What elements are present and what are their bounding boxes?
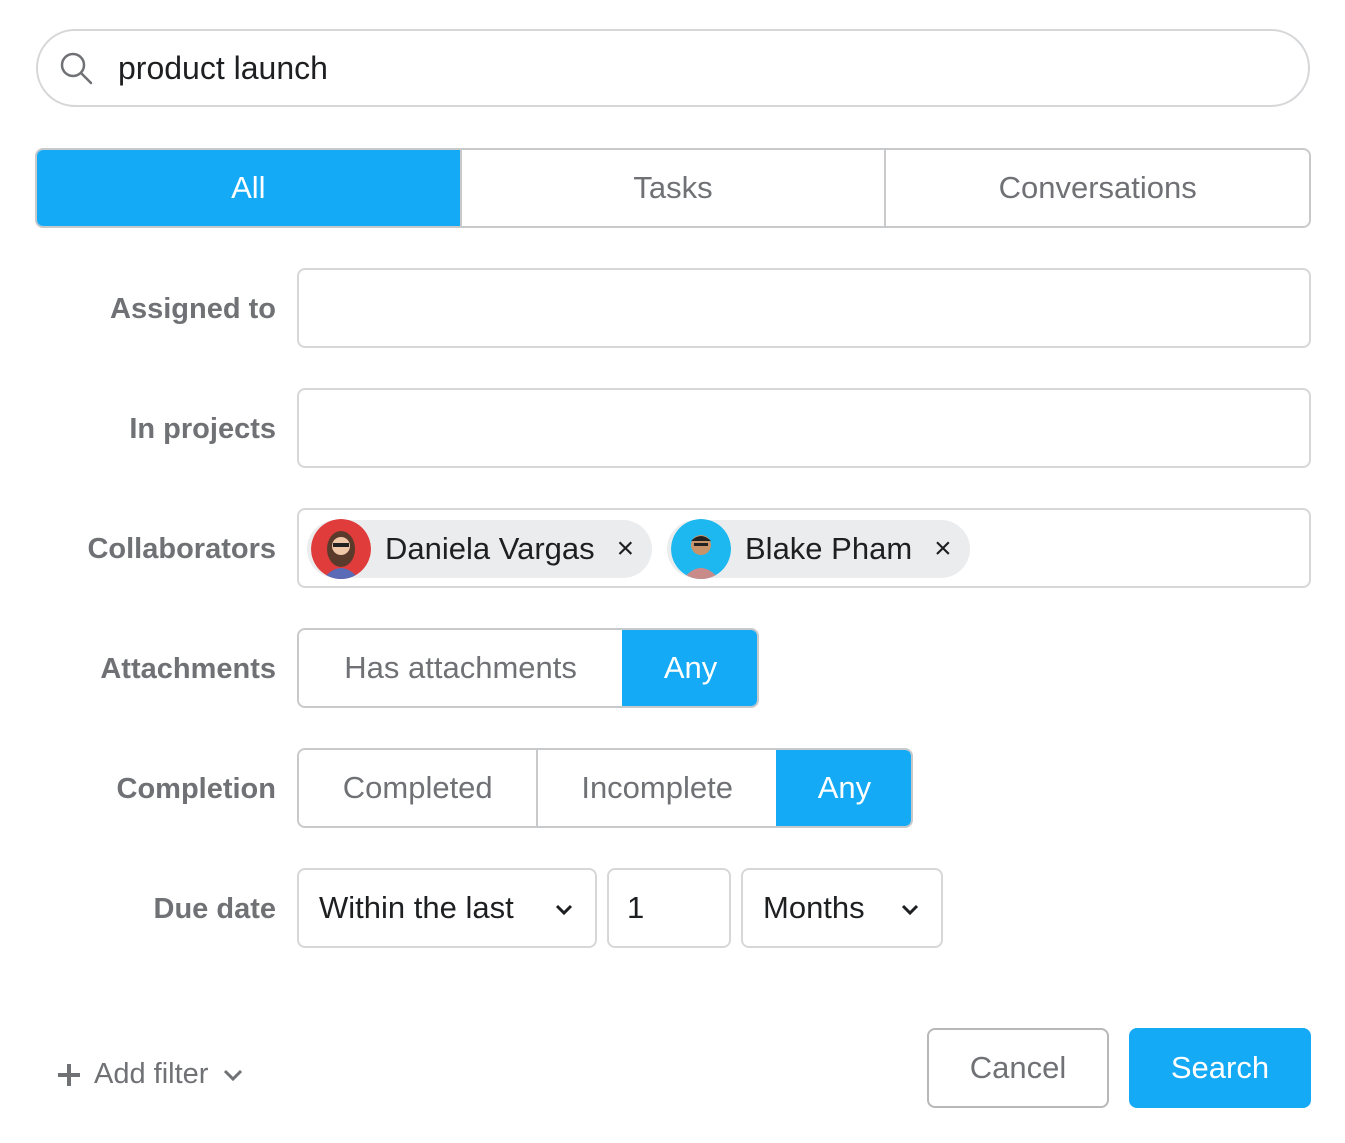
- plus-icon: [58, 1063, 80, 1086]
- has-attachments-option[interactable]: Has attachments: [299, 630, 623, 706]
- avatar: [671, 519, 731, 579]
- add-filter-label: Add filter: [94, 1058, 209, 1090]
- due-date-amount-value: 1: [627, 890, 645, 925]
- attachments-label: Attachments: [100, 652, 276, 685]
- due-date-row: Due date: [0, 869, 276, 949]
- collaborators-row: Collaborators: [0, 509, 276, 589]
- completion-any-option[interactable]: Any: [775, 750, 911, 826]
- in-projects-label: In projects: [129, 412, 276, 445]
- search-bar[interactable]: [36, 29, 1310, 107]
- chevron-down-icon: [224, 1069, 243, 1081]
- assigned-to-input[interactable]: [297, 268, 1311, 348]
- tab-all[interactable]: All: [37, 150, 460, 226]
- chevron-down-icon: [901, 904, 919, 916]
- completion-row: Completion: [0, 749, 277, 829]
- collaborator-name: Blake Pham: [745, 531, 913, 566]
- attachments-row: Attachments: [0, 629, 276, 709]
- chevron-down-icon: [555, 904, 573, 916]
- due-date-unit-select[interactable]: Months: [741, 868, 943, 948]
- tab-tasks[interactable]: Tasks: [459, 150, 885, 226]
- collaborator-chip[interactable]: Daniela Vargas ×: [307, 519, 653, 579]
- search-button[interactable]: Search: [1129, 1028, 1311, 1108]
- assigned-to-label: Assigned to: [110, 292, 276, 325]
- collaborators-label: Collaborators: [87, 532, 276, 565]
- attachments-any-option[interactable]: Any: [622, 630, 757, 706]
- add-filter-button[interactable]: Add filter: [56, 1058, 244, 1091]
- remove-collaborator-icon[interactable]: ×: [934, 532, 952, 566]
- in-projects-input[interactable]: [297, 388, 1311, 468]
- collaborator-name: Daniela Vargas: [385, 531, 595, 566]
- due-date-label: Due date: [153, 892, 276, 925]
- attachments-toggle: Has attachments Any: [297, 628, 759, 708]
- type-tabs: All Tasks Conversations: [35, 148, 1311, 228]
- in-projects-row: In projects: [0, 389, 276, 469]
- completion-toggle: Completed Incomplete Any: [297, 748, 913, 828]
- incomplete-option[interactable]: Incomplete: [536, 750, 776, 826]
- due-date-range-select[interactable]: Within the last: [297, 868, 597, 948]
- tab-conversations[interactable]: Conversations: [884, 150, 1309, 226]
- due-date-unit-value: Months: [763, 890, 865, 925]
- search-icon: [60, 52, 93, 85]
- due-date-range-value: Within the last: [319, 890, 514, 925]
- search-input[interactable]: [118, 49, 1218, 87]
- completed-option[interactable]: Completed: [299, 750, 537, 826]
- collaborators-input[interactable]: Daniela Vargas × Blake Pham ×: [297, 508, 1311, 588]
- avatar: [311, 519, 371, 579]
- remove-collaborator-icon[interactable]: ×: [617, 532, 635, 566]
- completion-label: Completion: [116, 772, 277, 805]
- collaborator-chip[interactable]: Blake Pham ×: [667, 519, 970, 579]
- cancel-button[interactable]: Cancel: [927, 1028, 1109, 1108]
- assigned-to-row: Assigned to: [0, 269, 276, 349]
- due-date-amount-input[interactable]: 1: [607, 868, 731, 948]
